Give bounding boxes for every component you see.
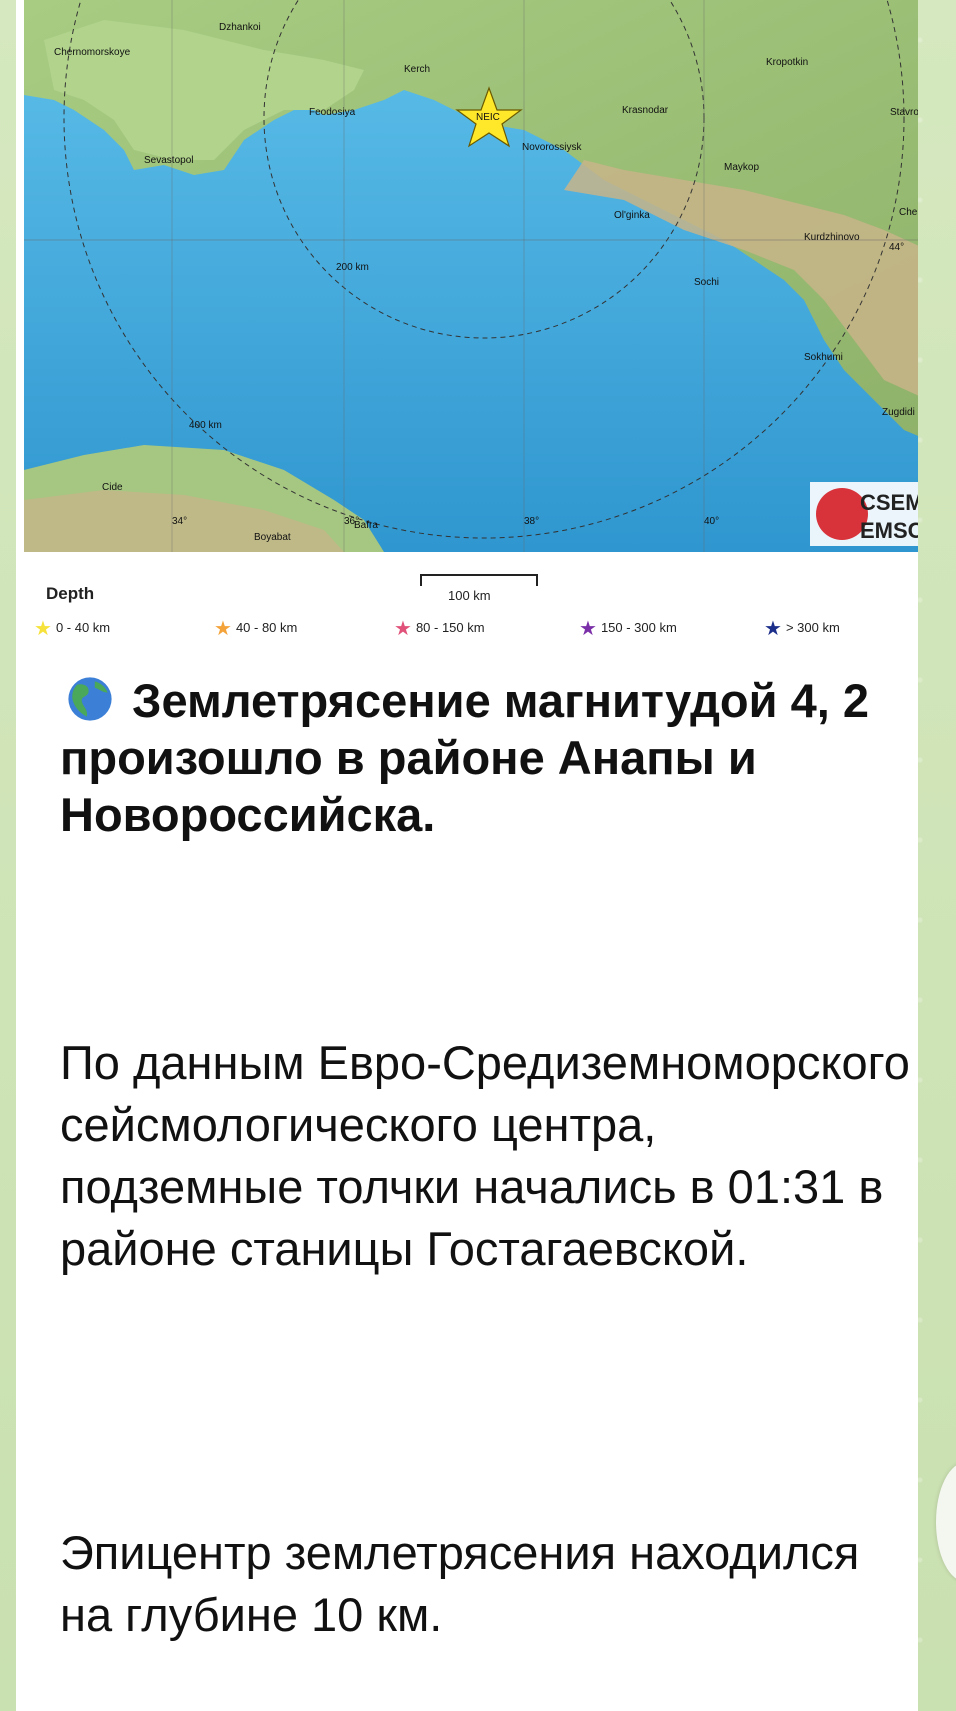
scale-label: 100 km (448, 588, 491, 603)
lon-tick-36: 36° (344, 516, 359, 527)
legend-item-0-40: ★ 0 - 40 km (34, 618, 111, 640)
star-icon: ★ (579, 618, 597, 640)
star-icon: ★ (34, 618, 52, 640)
place-zugdidi: Zugdidi (882, 407, 915, 418)
csem-emsc-logo: CSEM EMSC (810, 482, 918, 546)
lon-tick-38: 38° (524, 516, 539, 527)
legend-item-40-80: ★ 40 - 80 km (214, 618, 298, 640)
place-dzhankoi: Dzhankoi (219, 22, 261, 33)
place-maykop: Maykop (724, 162, 759, 173)
legend-item-80-150: ★ 80 - 150 km (394, 618, 485, 640)
place-sokhumi: Sokhumi (804, 352, 843, 363)
legend-title: Depth (46, 584, 95, 603)
place-cide: Cide (102, 482, 123, 493)
star-icon: ★ (394, 618, 412, 640)
place-stavropol: Stavrop (890, 107, 918, 118)
place-chernomorskoye: Chernomorskoye (54, 47, 131, 58)
post-paragraph-depth: Эпицентр землетрясения находился на глуб… (60, 1526, 860, 1641)
legend-items: ★ 0 - 40 km ★ 40 - 80 km ★ 80 - 150 km ★ 150… (34, 616, 914, 640)
place-cherk: Cherk (899, 207, 918, 218)
place-novorossiysk: Novorossiysk (522, 142, 582, 153)
globe-americas-icon (68, 677, 112, 721)
ring-400-label: 400 km (189, 420, 222, 431)
message-bubble: NEIC Dzhankoi Chernomorskoye Kerch Kropo… (16, 0, 918, 1711)
legend-item-150-300: ★ 150 - 300 km (579, 618, 677, 640)
post-title: Землетрясение магнитудой 4, 2 произошло … (60, 674, 869, 841)
place-boyabat: Boyabat (254, 532, 291, 543)
lat-tick-44: 44° (889, 242, 904, 253)
svg-text:EMSC: EMSC (860, 518, 918, 543)
place-krasnodar: Krasnodar (622, 105, 669, 116)
star-icon: ★ (764, 618, 782, 640)
ring-200-label: 200 km (336, 262, 369, 273)
epicenter-label: NEIC (476, 112, 500, 123)
scale-bar (420, 574, 538, 586)
place-kropotkin: Kropotkin (766, 57, 808, 68)
place-feodosiya: Feodosiya (309, 107, 356, 118)
place-kurdzhinovo: Kurdzhinovo (804, 232, 860, 243)
place-sevastopol: Sevastopol (144, 155, 193, 166)
legend-item-over-300: ★ > 300 km (764, 618, 840, 640)
star-icon: ★ (214, 618, 232, 640)
earthquake-map-image[interactable]: NEIC Dzhankoi Chernomorskoye Kerch Kropo… (24, 0, 918, 552)
lon-tick-34: 34° (172, 516, 187, 527)
map-graphic: NEIC Dzhankoi Chernomorskoye Kerch Kropo… (24, 0, 918, 552)
depth-legend: Depth 100 km ★ 0 - 40 km ★ 40 - 80 km ★ 80 … (24, 552, 918, 648)
place-kerch: Kerch (404, 64, 430, 75)
place-sochi: Sochi (694, 277, 719, 288)
post-paragraph-source: По данным Евро-Средиземноморского сейсмо… (60, 1036, 910, 1275)
lon-tick-40: 40° (704, 516, 719, 527)
svg-text:CSEM: CSEM (860, 490, 918, 515)
message-text: Землетрясение магнитудой 4, 2 произошло … (60, 672, 910, 1641)
place-olginka: Ol'ginka (614, 210, 650, 221)
